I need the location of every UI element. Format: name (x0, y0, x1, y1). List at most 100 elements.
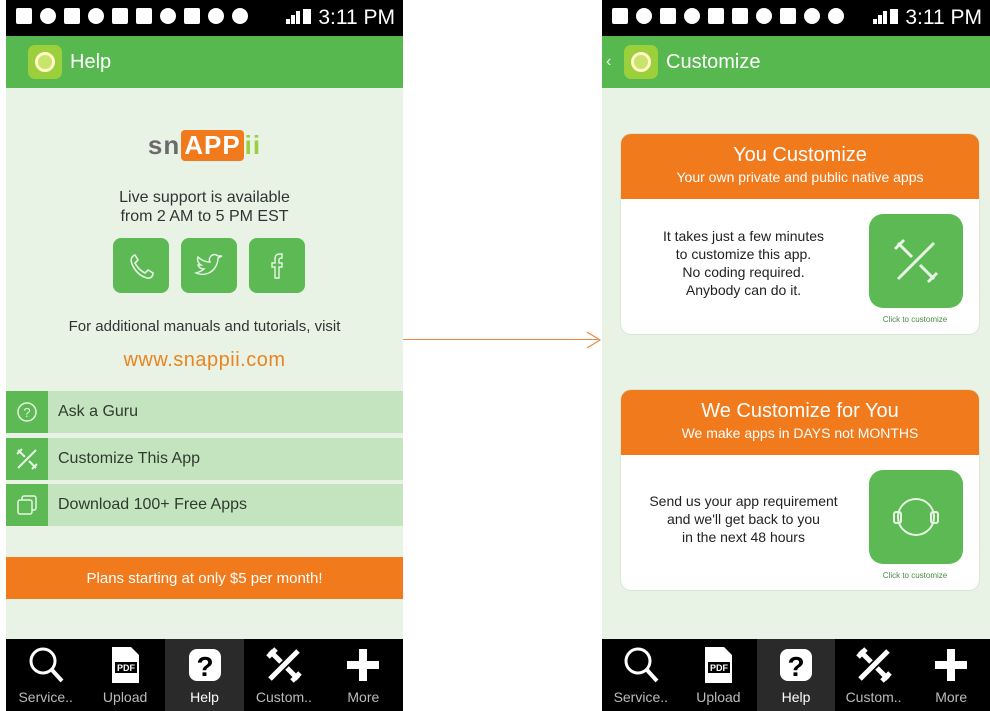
nav-item-help[interactable]: ? Help (757, 639, 835, 711)
card-body: Send us your app requirement and we'll g… (621, 455, 979, 590)
nav-item-customize[interactable]: Custom.. (244, 639, 323, 711)
notification-icon (16, 8, 32, 24)
app-logo-icon[interactable] (28, 45, 62, 79)
settings-icon (684, 8, 700, 24)
nav-label: Custom.. (845, 689, 902, 705)
facebook-button[interactable] (249, 238, 305, 293)
phone-button[interactable] (113, 238, 169, 293)
facebook-icon (271, 252, 283, 279)
warning-icon (708, 8, 724, 24)
logo-text-sn: sn (147, 130, 181, 160)
you-customize-card: You Customize Your own private and publi… (621, 134, 979, 334)
nav-label: Upload (102, 689, 148, 705)
signal-icon (286, 8, 312, 29)
card-line: and we'll get back to you (667, 511, 820, 527)
card-header: You Customize Your own private and publi… (621, 134, 979, 199)
card-subtitle: We make apps in DAYS not MONTHS (681, 425, 919, 441)
phone-icon (130, 253, 154, 279)
voicemail-icon (732, 8, 748, 24)
nav-item-more[interactable]: More (324, 639, 403, 711)
help-screen: 3:11 PM Help sn APP ii Live support is a… (6, 0, 403, 711)
nav-label: Help (190, 689, 219, 705)
help-icon: ? (776, 645, 816, 685)
manuals-text: For additional manuals and tutorials, vi… (68, 318, 341, 335)
page-title: Help (70, 50, 112, 73)
bluetooth-icon (756, 8, 772, 24)
logo-text-ii: ii (244, 130, 262, 160)
help-icon: ? (185, 645, 225, 685)
nav-item-help[interactable]: ? Help (164, 639, 245, 711)
card-line: Anybody can do it. (685, 282, 802, 298)
card-subtitle: Your own private and public native apps (676, 169, 924, 185)
snappii-logo: sn APP ii (6, 130, 403, 161)
support-line-1: Live support is available (119, 189, 290, 206)
tools-icon (6, 438, 48, 480)
customize-tools-button[interactable] (869, 214, 963, 308)
help-glyph: ? (196, 651, 213, 682)
card-line: Send us your app requirement (649, 493, 838, 509)
status-bar: 3:11 PM (602, 0, 990, 36)
card-caption: Click to customize (882, 315, 948, 324)
nav-label: More (347, 689, 380, 705)
nav-item-more[interactable]: More (912, 639, 990, 711)
mute-icon (780, 8, 796, 24)
nav-item-customize[interactable]: Custom.. (835, 639, 913, 711)
transition-arrow (403, 339, 598, 340)
bottom-nav: Service.. PDF Upload ? Help Custom.. Mor… (602, 639, 990, 711)
nav-label: Service.. (613, 689, 669, 705)
twitter-button[interactable] (181, 238, 237, 293)
status-icons (612, 8, 844, 24)
nav-item-services[interactable]: Service.. (602, 639, 680, 711)
logo-text-app: APP (181, 130, 244, 161)
menu-label: Download 100+ Free Apps (58, 496, 248, 513)
svg-text:?: ? (23, 405, 30, 420)
app-logo-icon[interactable] (624, 45, 658, 79)
status-bar: 3:11 PM (6, 0, 403, 36)
app-bar: Help (6, 36, 403, 88)
image-icon (660, 8, 676, 24)
menu-label: Customize This App (58, 450, 200, 467)
search-icon (621, 645, 661, 685)
image-icon (64, 8, 80, 24)
warning-icon (112, 8, 128, 24)
card-header: We Customize for You We make apps in DAY… (621, 390, 979, 455)
card-line: in the next 48 hours (682, 529, 805, 545)
status-time: 3:11 PM (905, 6, 982, 29)
nav-label: Help (781, 689, 811, 705)
nav-label: Service.. (18, 689, 73, 705)
support-hours: Live support is available from 2 AM to 5… (6, 188, 403, 226)
question-circle-icon: ? (6, 391, 48, 433)
usb-icon (40, 8, 56, 24)
plans-banner[interactable]: Plans starting at only $5 per month! (6, 557, 403, 599)
pdf-label: PDF (710, 663, 729, 673)
request-service-button[interactable] (869, 470, 963, 564)
stacked-squares-icon (6, 484, 48, 526)
card-body: It takes just a few minutes to customize… (621, 199, 979, 334)
menu-item-customize[interactable]: Customize This App (6, 438, 403, 480)
menu-item-download-apps[interactable]: Download 100+ Free Apps (6, 484, 403, 526)
card-title: You Customize (733, 144, 867, 166)
status-time: 3:11 PM (318, 6, 395, 29)
menu-item-ask-guru[interactable]: ? Ask a Guru (6, 391, 403, 433)
menu-label: Ask a Guru (58, 403, 139, 420)
contact-buttons (113, 238, 305, 293)
nav-item-upload[interactable]: PDF Upload (85, 639, 164, 711)
bottom-nav: Service.. PDF Upload ? Help Custom.. Mor… (6, 639, 403, 711)
we-customize-card: We Customize for You We make apps in DAY… (621, 390, 979, 590)
back-icon[interactable]: ‹ (606, 53, 611, 71)
help-glyph: ? (787, 651, 804, 682)
plus-icon (345, 645, 381, 685)
card-description: Send us your app requirement and we'll g… (621, 492, 866, 546)
pdf-label: PDF (117, 663, 136, 673)
card-description: It takes just a few minutes to customize… (621, 227, 866, 299)
pdf-icon: PDF (702, 645, 734, 685)
tools-icon (893, 238, 939, 284)
arrow-head-icon (586, 331, 602, 349)
plus-icon (933, 645, 969, 685)
card-title: We Customize for You (701, 400, 899, 422)
website-link[interactable]: www.snappii.com (6, 349, 403, 372)
wifi-icon (232, 8, 248, 24)
nav-item-upload[interactable]: PDF Upload (680, 639, 758, 711)
card-line: No coding required. (682, 264, 805, 280)
nav-item-services[interactable]: Service.. (6, 639, 85, 711)
